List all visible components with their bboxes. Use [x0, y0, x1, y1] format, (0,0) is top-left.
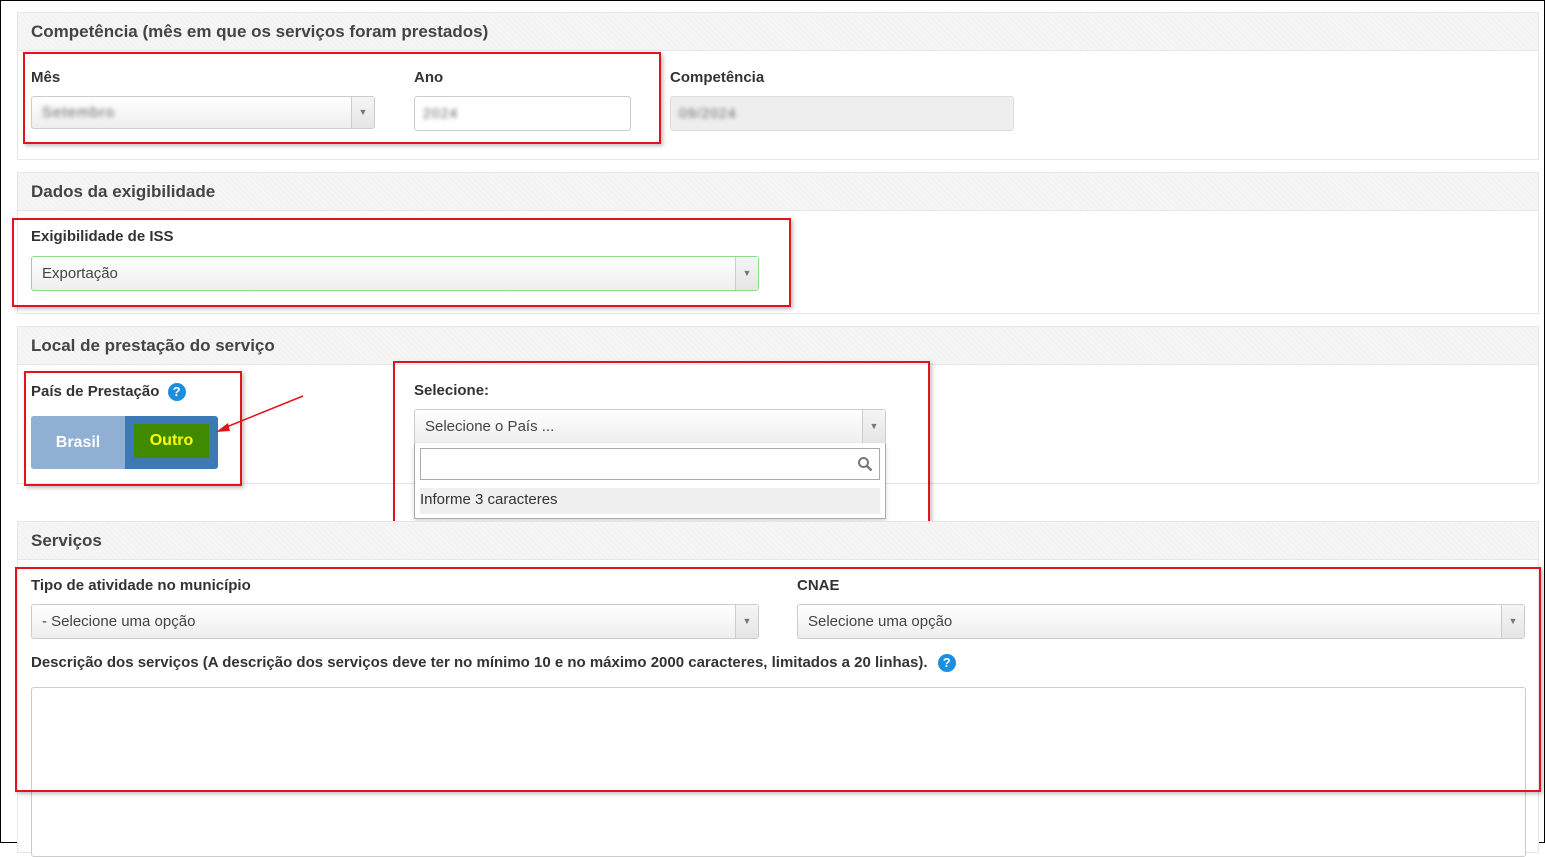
exigibilidade-title: Dados da exigibilidade [18, 173, 1538, 211]
annotation-arrow-icon [216, 395, 304, 432]
competencia-readonly-field: 09/2024 [670, 96, 1014, 131]
servicos-title: Serviços [18, 522, 1538, 560]
highlight-box-servicos [15, 567, 1541, 792]
local-title: Local de prestação do serviço [18, 327, 1538, 365]
competencia-value: 09/2024 [679, 105, 737, 121]
highlight-box-selecione [393, 361, 930, 531]
competencia-title: Competência (mês em que os serviços fora… [18, 13, 1538, 51]
highlight-box-exigibilidade [12, 218, 791, 307]
competencia-label: Competência [670, 69, 765, 86]
highlight-box-mes-ano [23, 52, 661, 144]
